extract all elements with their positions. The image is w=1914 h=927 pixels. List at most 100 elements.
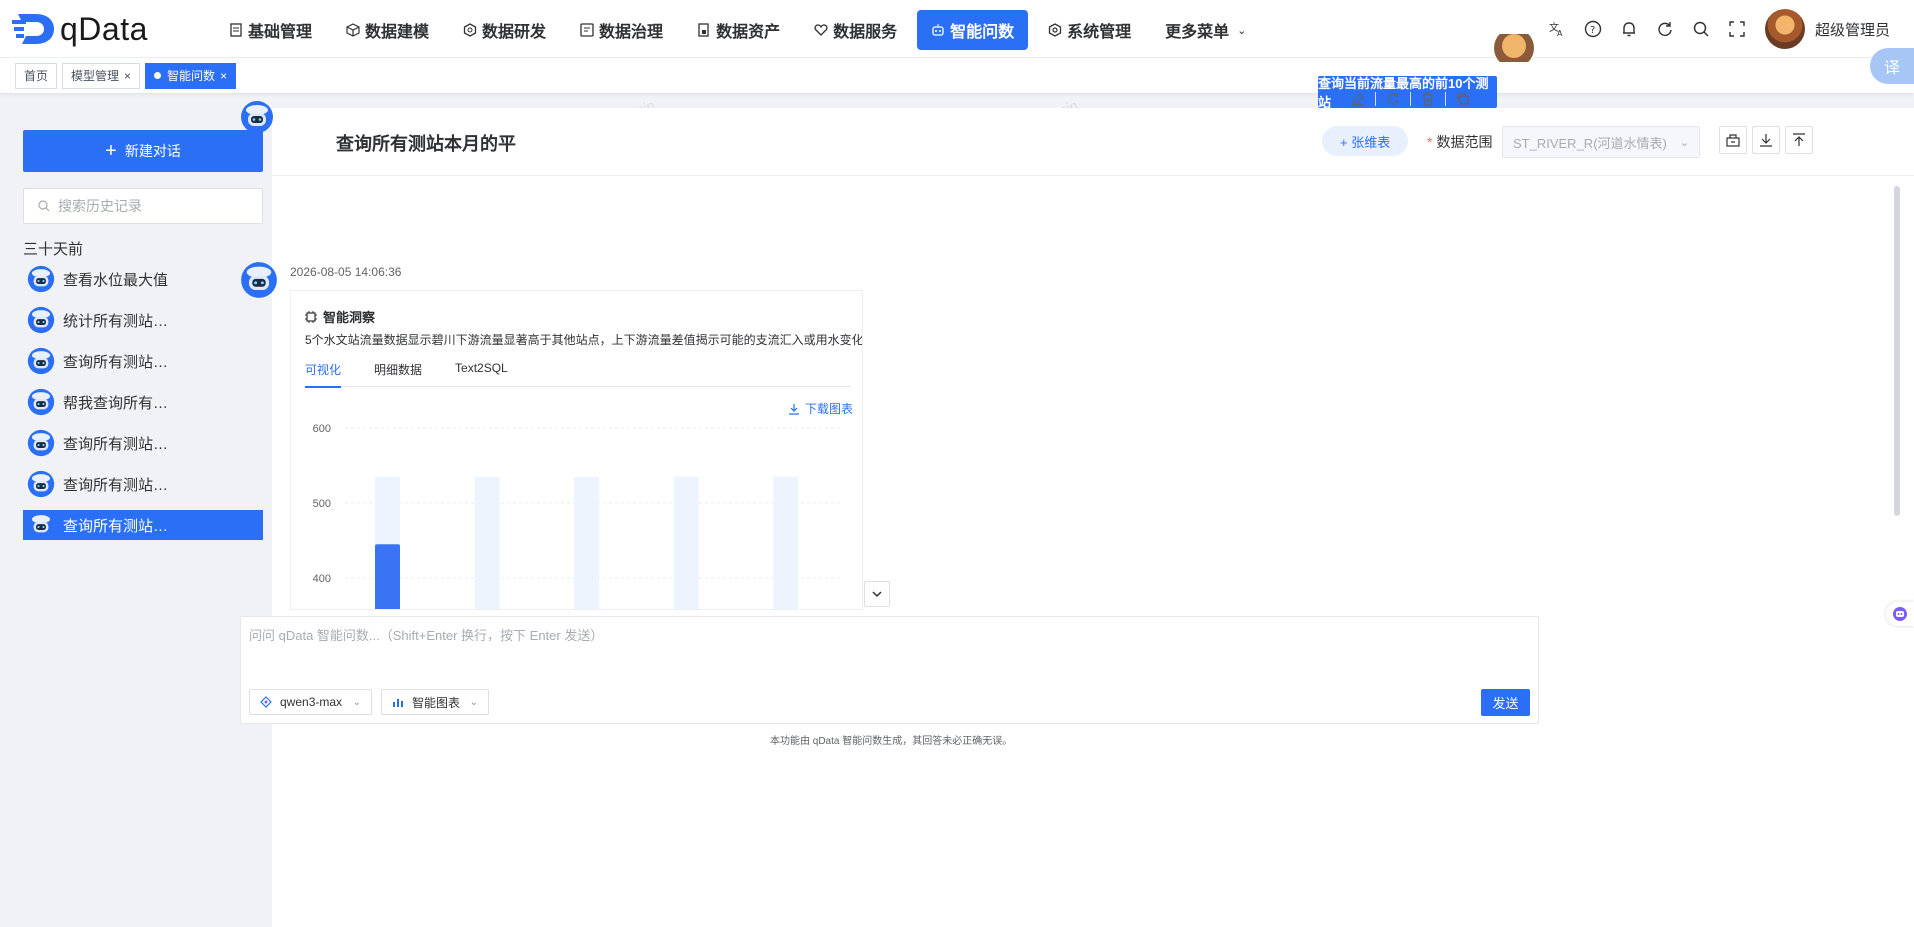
delete-icon[interactable] xyxy=(1419,90,1437,108)
new-chat-label: 新建对话 xyxy=(124,143,181,159)
download-icon[interactable] xyxy=(1752,126,1780,154)
reply-tab-1[interactable]: 明细数据 xyxy=(374,361,422,387)
send-button[interactable]: 发送 xyxy=(1481,689,1530,716)
history-item[interactable]: 查看水位最大值 xyxy=(23,264,263,294)
history-item[interactable]: 统计所有测站… xyxy=(23,305,263,335)
new-chat-button[interactable]: + 新建对话 xyxy=(23,130,263,172)
robot-avatar-icon xyxy=(27,388,55,416)
nav-item-6[interactable]: 智能问数 xyxy=(917,10,1029,50)
y-tick-label: 500 xyxy=(313,498,331,510)
nav-item-label: 系统管理 xyxy=(1067,24,1132,41)
nav-item-label: 数据研发 xyxy=(482,24,547,41)
history-item[interactable]: 查询所有测站… xyxy=(23,510,263,540)
scroll-down-button[interactable] xyxy=(864,581,890,607)
cube-icon xyxy=(346,23,360,37)
nav-item-label: 智能问数 xyxy=(950,24,1015,41)
reply-tab-2[interactable]: Text2SQL xyxy=(455,361,508,387)
svg-text:A: A xyxy=(1557,29,1563,38)
history-item[interactable]: 查询所有测站… xyxy=(23,469,263,499)
robot-avatar-icon xyxy=(27,470,55,498)
nav-item-2[interactable]: 数据研发 xyxy=(449,10,560,50)
plus-icon: + xyxy=(105,139,117,162)
nav-item-label: 数据治理 xyxy=(599,24,664,41)
assistant-float-icon[interactable] xyxy=(1886,602,1914,626)
refresh-icon[interactable] xyxy=(1647,11,1683,47)
search-icon xyxy=(38,200,50,212)
history-item-title: 查询所有测站… xyxy=(63,476,169,494)
bar[interactable] xyxy=(375,544,400,610)
svg-text:?: ? xyxy=(1590,25,1595,36)
history-item-title: 查询所有测站… xyxy=(63,517,169,535)
chat-input[interactable] xyxy=(249,625,1529,675)
shield-doc-icon xyxy=(580,23,594,37)
tag-2[interactable]: 智能问数 × xyxy=(145,62,237,89)
bell-icon[interactable] xyxy=(1611,11,1647,47)
close-icon[interactable]: × xyxy=(124,69,131,83)
tag-label: 模型管理 xyxy=(71,69,120,83)
nav-item-8[interactable]: 更多菜单 ⌄ xyxy=(1151,10,1260,50)
assistant-reply-card: 智能洞察 5个水文站流量数据显示碧川下游流量显著高于其他站点，上下游流量差值揭示… xyxy=(290,290,863,610)
history-item[interactable]: 查询所有测站… xyxy=(23,346,263,376)
reply-tabs: 可视化 明细数据 Text2SQL xyxy=(305,361,851,388)
chevron-down-icon: ⌄ xyxy=(1679,137,1689,149)
y-tick-label: 600 xyxy=(313,423,331,435)
message-timestamp: 2026-08-05 14:06:36 xyxy=(290,265,402,279)
logo-text: qData xyxy=(60,10,148,47)
translate-icon[interactable]: 文A xyxy=(1539,11,1575,47)
search-icon[interactable] xyxy=(1683,11,1719,47)
model-select[interactable]: qwen3-max ⌄ xyxy=(249,689,372,715)
nav-item-4[interactable]: 数据资产 xyxy=(683,10,794,50)
tag-label: 智能问数 xyxy=(167,69,216,83)
bar-background xyxy=(474,476,500,609)
history-search[interactable] xyxy=(23,188,263,224)
y-tick-label: 400 xyxy=(313,573,331,585)
history-search-input[interactable] xyxy=(58,198,248,214)
user-avatar[interactable] xyxy=(1764,9,1805,49)
fullscreen-icon[interactable] xyxy=(1719,11,1755,47)
database-icon[interactable] xyxy=(1719,126,1747,154)
help-icon[interactable]: ? xyxy=(1575,11,1611,47)
bar-background xyxy=(574,476,600,609)
data-scope-label: * 数据范围 xyxy=(1427,134,1493,150)
translate-float-button[interactable]: 译 xyxy=(1870,48,1914,84)
robot-avatar-icon xyxy=(27,347,55,375)
robot-avatar-icon xyxy=(27,306,55,334)
nav-item-0[interactable]: 基础管理 xyxy=(215,10,326,50)
history-item[interactable]: 帮我查询所有… xyxy=(23,387,263,417)
assistant-avatar xyxy=(240,261,278,299)
tags-view-bar: 首页 模型管理 × 智能问数 × xyxy=(0,58,1914,94)
nav-item-7[interactable]: 系统管理 xyxy=(1034,10,1145,50)
heart-icon xyxy=(814,24,828,36)
nav-item-3[interactable]: 数据治理 xyxy=(566,10,677,50)
user-table-chip[interactable]: + 张维表 xyxy=(1322,126,1409,156)
history-item-title: 帮我查询所有… xyxy=(63,394,169,412)
nav-item-5[interactable]: 数据服务 xyxy=(800,10,911,50)
robot-avatar-icon xyxy=(241,262,277,298)
upload-icon[interactable] xyxy=(1785,126,1813,154)
nav-item-label: 数据服务 xyxy=(833,24,898,41)
edit-icon[interactable] xyxy=(1349,90,1367,108)
chevron-down-icon: ⌄ xyxy=(1237,24,1247,37)
qdata-logo-icon xyxy=(12,14,54,44)
close-icon[interactable]: × xyxy=(220,69,227,83)
user-message-avatar xyxy=(1494,34,1534,62)
data-scope-select[interactable]: ST_RIVER_R(河道水情表) ⌄ xyxy=(1502,126,1700,158)
app-logo[interactable]: qData xyxy=(12,8,148,50)
data-scope-value: ST_RIVER_R(河道水情表) xyxy=(1513,135,1667,151)
nav-item-label: 数据资产 xyxy=(716,24,781,41)
nav-item-1[interactable]: 数据建模 xyxy=(332,10,443,50)
chat-header: 查询所有测站本月的平 + 张维表 * 数据范围 ST_RIVER_R(河道水情表)… xyxy=(272,108,1914,176)
chat-scrollbar[interactable] xyxy=(1894,186,1900,516)
model-icon xyxy=(260,696,272,708)
tag-1[interactable]: 模型管理 × xyxy=(62,62,141,89)
copy-icon[interactable] xyxy=(1454,90,1472,108)
history-item[interactable]: 查询所有测站… xyxy=(23,428,263,458)
mode-select[interactable]: 智能图表 ⌄ xyxy=(381,689,489,715)
username[interactable]: 超级管理员 xyxy=(1815,19,1890,40)
doc-icon xyxy=(230,23,242,37)
chevron-down-icon: ⌄ xyxy=(352,696,361,708)
disclaimer-text: 本功能由 qData 智能问数生成，其回答未必正确无误。 xyxy=(770,736,1013,747)
tag-0[interactable]: 首页 xyxy=(15,62,58,89)
retry-icon[interactable] xyxy=(1384,90,1402,108)
reply-tab-0[interactable]: 可视化 xyxy=(305,361,342,388)
